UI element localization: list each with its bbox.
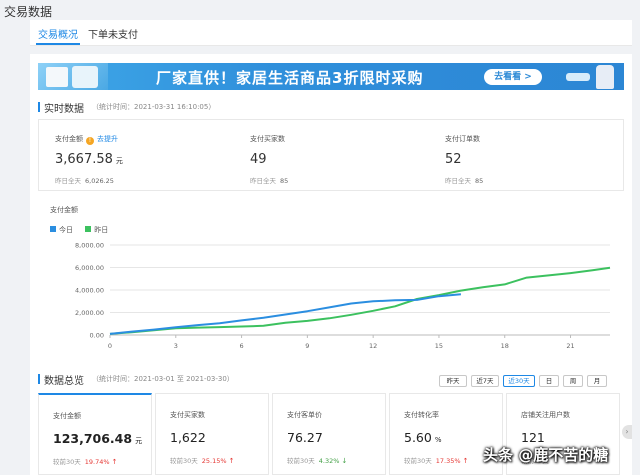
metric-value: 52: [445, 152, 462, 167]
promo-banner[interactable]: 厂家直供！家居生活商品3折限时采购 去看看 >: [38, 63, 624, 90]
x-tick-label: 6: [240, 342, 244, 350]
arrow-down-icon: ↓: [341, 457, 348, 465]
summary-label: 支付金额: [53, 412, 81, 420]
summary-value: 76.27: [287, 430, 323, 445]
section-marker: [38, 374, 40, 384]
series-line-today: [109, 293, 461, 335]
x-tick-label: 15: [435, 342, 443, 350]
bottle-icon: [596, 65, 614, 89]
range-week-button[interactable]: 周: [563, 375, 583, 387]
main-content: 厂家直供！家居生活商品3折限时采购 去看看 > 实时数据 （统计时间：2021-…: [30, 54, 632, 475]
realtime-panel: 支付金额! 去提升 3,667.58 元 昨日全天 6,026.25 支付买家数 49…: [38, 119, 624, 191]
pay-amount-chart: 支付金额 今日 昨日 0.00 2,000.00 4,000.00 6,000.00 8…: [38, 199, 624, 359]
summary-card-unit-price[interactable]: 支付客单价 76.27 较前30天 4.32% ↓: [272, 393, 386, 475]
x-tick-label: 18: [501, 342, 509, 350]
compare-pct: 4.32%: [318, 457, 340, 465]
arrow-up-icon: ↑: [228, 457, 235, 465]
yesterday-label: 昨日全天: [445, 177, 471, 185]
banner-cleaning-image: [556, 63, 624, 90]
range-day-button[interactable]: 日: [539, 375, 559, 387]
summary-label: 支付买家数: [170, 411, 205, 419]
realtime-stat-time: （统计时间：2021-03-31 16:10:05）: [92, 103, 216, 111]
summary-stat-range: （统计时间：2021-03-01 至 2021-03-30）: [92, 375, 234, 383]
banner-headline: 厂家直供！家居生活商品3折限时采购: [156, 69, 424, 87]
realtime-metric-buyers: 支付买家数 49 昨日全天 85: [234, 120, 429, 192]
line-chart-plot: 0.00 2,000.00 4,000.00 6,000.00 8,000.00 0 3 6 9…: [75, 242, 611, 350]
summary-card-buyers[interactable]: 支付买家数 1,622 较前30天 25.15% ↑: [155, 393, 269, 475]
yesterday-value: 85: [475, 177, 484, 185]
tab-bar: 交易概况 下单未支付: [30, 20, 632, 46]
summary-value: 121: [521, 430, 545, 445]
realtime-metric-pay-amount: 支付金额! 去提升 3,667.58 元 昨日全天 6,026.25: [39, 120, 234, 192]
compare-pct: 19.74%: [84, 458, 110, 466]
summary-card-pay-amount[interactable]: 支付金额 123,706.48 元 较前30天 19.74% ↑: [38, 393, 152, 475]
product-pack-icon: [72, 66, 98, 88]
y-tick-label: 4,000.00: [75, 287, 104, 295]
realtime-title: 实时数据: [44, 104, 84, 115]
summary-value: 5.60: [404, 430, 432, 445]
warning-icon: !: [86, 137, 94, 145]
metric-value: 49: [250, 152, 267, 167]
active-tab-indicator: [36, 43, 80, 45]
tab-unpaid-orders[interactable]: 下单未支付: [88, 26, 138, 41]
x-tick-label: 21: [566, 342, 574, 350]
compare-label: 较前30天: [170, 457, 198, 465]
summary-label: 店铺关注用户数: [521, 411, 570, 419]
brush-icon: [566, 73, 590, 81]
x-tick-label: 9: [305, 342, 309, 350]
summary-unit: 元: [135, 437, 143, 445]
realtime-metric-orders: 支付订单数 52 昨日全天 85: [429, 120, 624, 192]
yesterday-label: 昨日全天: [250, 177, 276, 185]
product-box-icon: [46, 67, 68, 87]
y-tick-label: 8,000.00: [75, 242, 104, 250]
compare-label: 较前30天: [404, 457, 432, 465]
yesterday-label: 昨日全天: [55, 177, 81, 185]
compare-label: 较前30天: [53, 458, 81, 466]
range-7days-button[interactable]: 近7天: [471, 375, 499, 387]
metric-label: 支付订单数: [445, 135, 480, 143]
series-line-yesterday: [109, 266, 611, 335]
metric-label: 支付买家数: [250, 135, 285, 143]
y-tick-label: 2,000.00: [75, 309, 104, 317]
compare-pct: 25.15%: [201, 457, 227, 465]
summary-label: 支付转化率: [404, 411, 439, 419]
banner-go-button[interactable]: 去看看 >: [484, 69, 542, 85]
arrow-up-icon: ↑: [111, 458, 118, 466]
metric-label: 支付金额: [55, 135, 83, 143]
section-marker: [38, 102, 40, 112]
x-tick-label: 0: [108, 342, 112, 350]
metric-unit: 元: [115, 157, 123, 165]
summary-value: 123,706.48: [53, 431, 133, 446]
metric-value: 3,667.58: [55, 152, 113, 167]
x-tick-label: 3: [174, 342, 178, 350]
x-tick-label: 12: [369, 342, 377, 350]
summary-unit: %: [434, 436, 442, 444]
summary-label: 支付客单价: [287, 411, 322, 419]
arrow-up-icon: ↑: [462, 457, 469, 465]
banner-product-image: [38, 63, 108, 90]
summary-value: 1,622: [170, 430, 206, 445]
watermark: 头条 @鹿不苦的糖: [483, 446, 609, 464]
compare-label: 较前30天: [287, 457, 315, 465]
y-tick-label: 6,000.00: [75, 264, 104, 272]
tab-overview[interactable]: 交易概况: [38, 26, 78, 41]
range-yesterday-button[interactable]: 昨天: [439, 375, 467, 387]
range-30days-button[interactable]: 近30天: [503, 375, 535, 387]
y-tick-label: 0.00: [90, 332, 104, 340]
chevron-right-icon[interactable]: ›: [622, 425, 632, 439]
range-month-button[interactable]: 月: [587, 375, 607, 387]
page-title: 交易数据: [4, 5, 53, 19]
summary-title: 数据总览: [44, 376, 84, 387]
improve-link[interactable]: 去提升: [97, 135, 118, 143]
yesterday-value: 85: [280, 177, 289, 185]
compare-pct: 17.35%: [435, 457, 461, 465]
yesterday-value: 6,026.25: [85, 177, 114, 185]
